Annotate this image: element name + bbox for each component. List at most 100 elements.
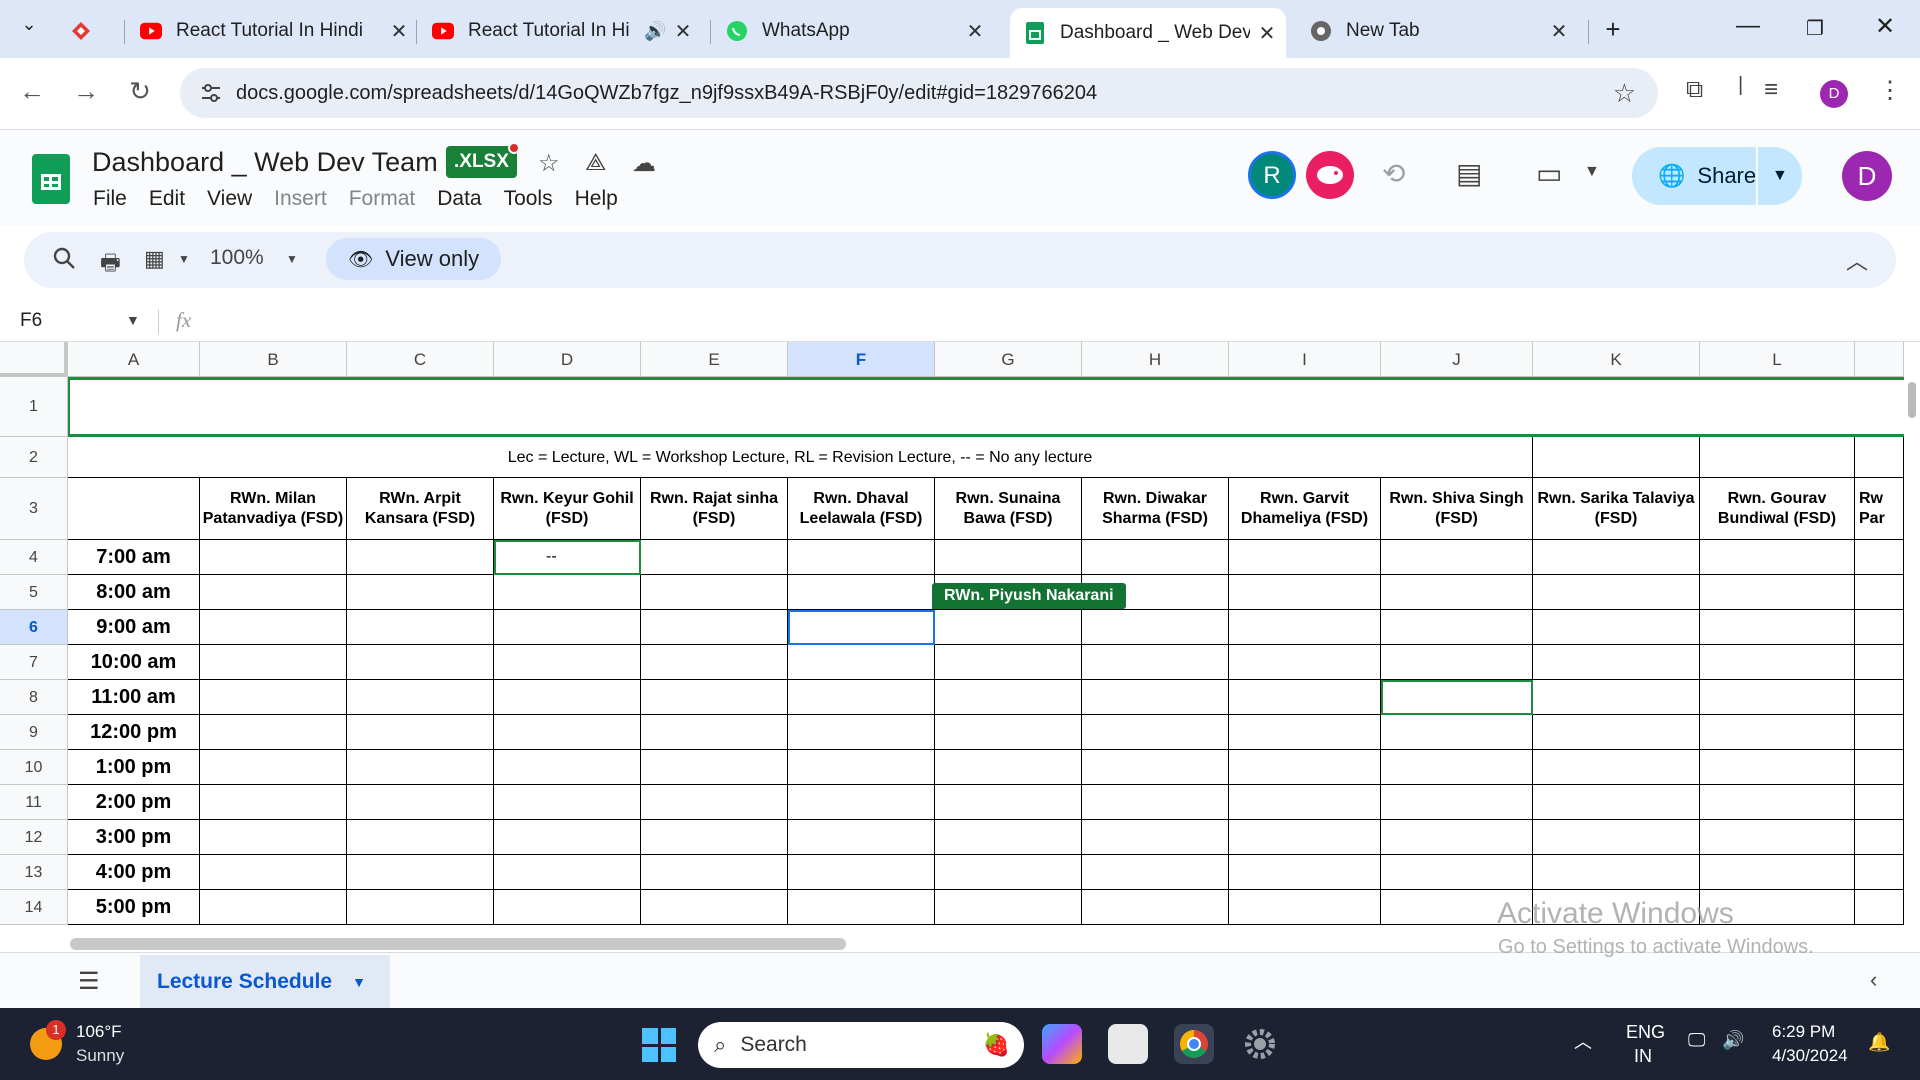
row-header-11[interactable]: 11 [0,785,68,820]
schedule-cell[interactable] [1533,820,1700,855]
schedule-cell[interactable] [1229,610,1381,645]
schedule-cell[interactable] [1855,750,1904,785]
schedule-cell[interactable] [494,610,641,645]
schedule-cell[interactable] [1229,890,1381,925]
schedule-cell[interactable] [347,820,494,855]
column-header-i[interactable]: I [1229,342,1381,377]
schedule-cell[interactable] [1229,820,1381,855]
speaker-icon[interactable]: 🔊 [644,21,666,42]
schedule-cell[interactable] [200,680,347,715]
schedule-cell[interactable] [1229,575,1381,610]
browser-menu-icon[interactable]: ⋮ [1878,76,1902,105]
schedule-cell[interactable] [1381,540,1533,575]
forward-button[interactable]: → [68,76,104,107]
schedule-cell[interactable] [347,680,494,715]
schedule-cell[interactable] [494,785,641,820]
schedule-cell[interactable] [494,890,641,925]
schedule-cell[interactable] [788,820,935,855]
language-region[interactable]: IN [1634,1046,1652,1067]
row-header-3[interactable]: 3 [0,478,68,540]
schedule-cell[interactable] [1533,785,1700,820]
schedule-cell[interactable] [935,820,1082,855]
schedule-cell[interactable] [788,680,935,715]
spreadsheet-grid[interactable]: A B C D E F G H I J K L 1 2 3 4 5 6 7 8 9 10 11 12 13 14 Lec = Lec… [0,342,1920,936]
time-slot-cell[interactable]: 9:00 am [68,610,200,645]
schedule-cell[interactable] [1855,540,1904,575]
schedule-cell[interactable] [347,575,494,610]
schedule-cell[interactable] [494,715,641,750]
schedule-cell[interactable] [641,750,788,785]
cell-m2[interactable] [1855,437,1904,478]
schedule-cell[interactable] [1082,785,1229,820]
collaborator-avatar-r[interactable]: R [1248,151,1296,199]
paint-format-icon[interactable]: ▦ [144,246,165,272]
close-tab-icon[interactable]: ✕ [1256,21,1278,46]
schedule-cell[interactable] [1082,890,1229,925]
schedule-cell[interactable] [1229,855,1381,890]
document-title[interactable]: Dashboard _ Web Dev Team [92,147,438,178]
merged-row-1[interactable] [68,377,1904,437]
schedule-cell[interactable] [1533,715,1700,750]
schedule-cell[interactable] [1700,610,1855,645]
omnibox[interactable]: docs.google.com/spreadsheets/d/14GoQWZb7… [180,68,1658,118]
instructor-header[interactable]: Rwn. Gourav Bundiwal (FSD) [1700,478,1855,540]
schedule-cell[interactable] [494,750,641,785]
row-header-4[interactable]: 4 [0,540,68,575]
schedule-cell[interactable] [347,890,494,925]
menu-help[interactable]: Help [575,187,618,211]
chevron-down-icon[interactable]: ▼ [178,252,190,266]
schedule-cell[interactable] [935,610,1082,645]
collapse-toolbar-icon[interactable]: ︿ [1846,244,1868,276]
schedule-cell[interactable] [788,540,935,575]
row-header-5[interactable]: 5 [0,575,68,610]
row-header-13[interactable]: 13 [0,855,68,890]
chevron-up-icon[interactable]: ︿ [1574,1028,1592,1054]
vertical-scrollbar[interactable] [1904,342,1920,936]
reload-button[interactable]: ↻ [122,76,158,107]
language-indicator[interactable]: ENG [1626,1022,1665,1043]
menu-file[interactable]: File [93,187,127,211]
comments-icon[interactable]: ▤ [1456,157,1482,190]
schedule-cell[interactable] [1855,785,1904,820]
schedule-cell[interactable] [347,610,494,645]
row-header-2[interactable]: 2 [0,437,68,478]
schedule-cell[interactable] [788,575,935,610]
menu-tools[interactable]: Tools [504,187,553,211]
clock-date[interactable]: 4/30/2024 [1772,1046,1848,1066]
schedule-cell[interactable] [1855,715,1904,750]
schedule-cell[interactable] [1229,645,1381,680]
cloud-status-icon[interactable]: ☁ [632,149,656,178]
start-button[interactable] [642,1028,676,1062]
name-box-chevron-icon[interactable]: ▼ [126,312,140,328]
schedule-cell[interactable] [1082,820,1229,855]
star-icon[interactable]: ☆ [538,149,560,178]
schedule-cell[interactable] [935,750,1082,785]
schedule-cell[interactable] [788,785,935,820]
all-sheets-icon[interactable]: ☰ [78,967,100,996]
schedule-cell[interactable] [347,750,494,785]
schedule-cell[interactable] [200,820,347,855]
selected-cell-f6[interactable] [788,610,935,645]
schedule-cell[interactable] [641,645,788,680]
file-explorer-icon[interactable] [1108,1024,1148,1064]
taskbar-search[interactable]: ⌕ Search 🍓 [698,1022,1024,1068]
row-header-6[interactable]: 6 [0,610,68,645]
column-header-a[interactable]: A [68,342,200,377]
schedule-cell[interactable] [788,890,935,925]
sheets-logo[interactable] [32,154,70,204]
row-header-9[interactable]: 9 [0,715,68,750]
cell-d4[interactable]: -- [494,540,641,575]
schedule-cell[interactable] [935,645,1082,680]
meet-icon[interactable]: ▭ [1536,157,1562,190]
column-header-j[interactable]: J [1381,342,1533,377]
instructor-header[interactable]: Rwn. Sunaina Bawa (FSD) [935,478,1082,540]
schedule-cell[interactable] [1082,715,1229,750]
schedule-cell[interactable] [347,855,494,890]
column-header-m[interactable] [1855,342,1904,377]
instructor-header[interactable]: Rwn. Sarika Talaviya (FSD) [1533,478,1700,540]
chevron-down-icon[interactable]: ▼ [352,974,366,990]
schedule-cell[interactable] [1381,575,1533,610]
column-header-d[interactable]: D [494,342,641,377]
schedule-cell[interactable] [1700,820,1855,855]
new-tab-button[interactable]: + [1598,14,1628,45]
